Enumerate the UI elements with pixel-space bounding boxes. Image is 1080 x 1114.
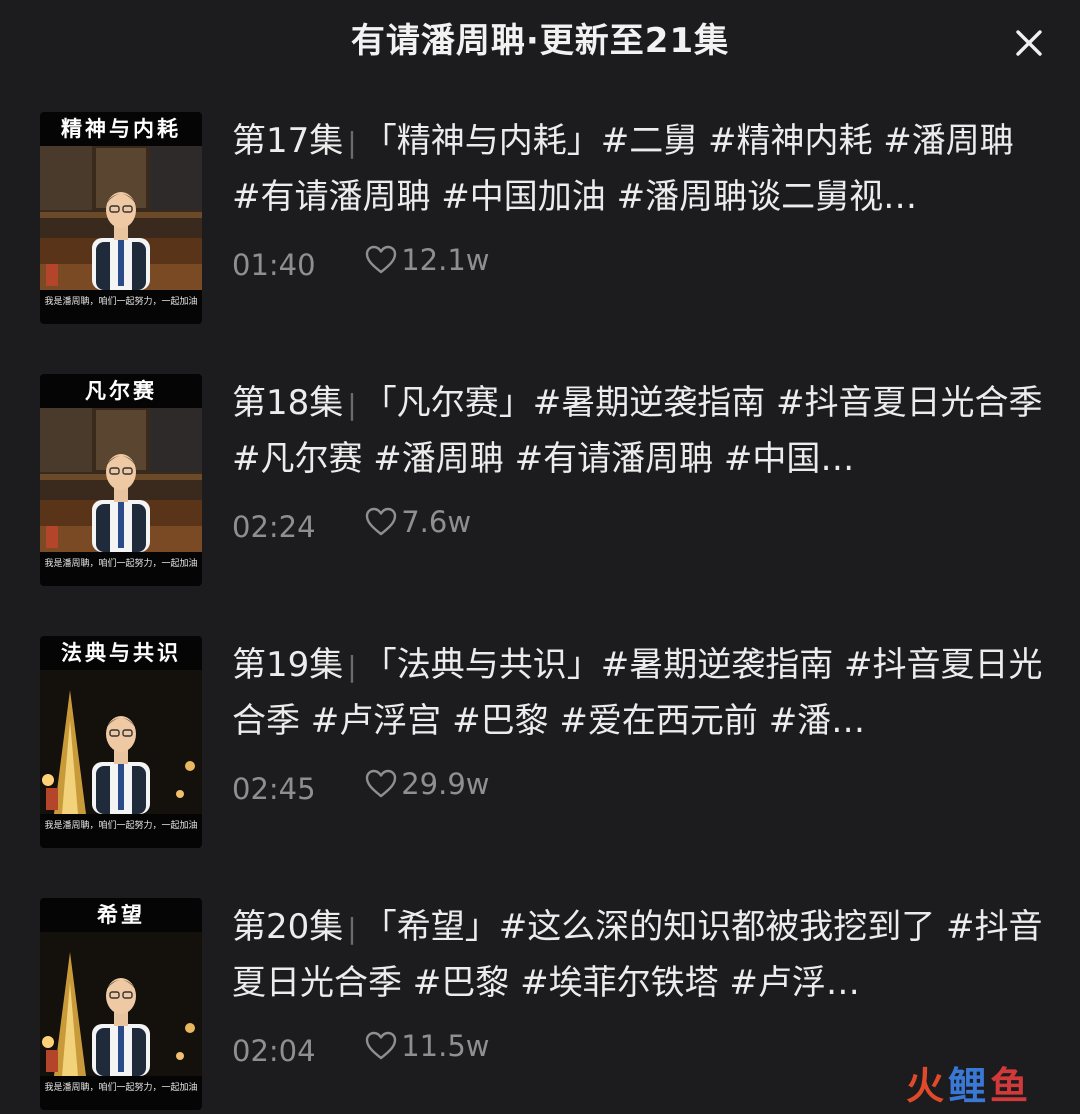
episode-item[interactable]: 凡尔赛 我是潘周聃，咱们一起努力，一起加油 第18集 | 「凡尔赛」#暑期逆袭指南 … (0, 374, 1080, 588)
episode-likes: 29.9w (365, 764, 490, 804)
episode-duration: 02:45 (232, 772, 316, 806)
episode-duration: 02:24 (232, 510, 316, 544)
divider: | (347, 126, 357, 159)
episode-thumbnail[interactable]: 希望 我是潘周聃，咱们一起努力，一起加油 (40, 898, 202, 1110)
episode-thumbnail[interactable]: 凡尔赛 我是潘周聃，咱们一起努力，一起加油 (40, 374, 202, 586)
episode-list: 精神与内耗 我是潘周聃，咱们一起努力，一起加油 第17集 | 「精神与内耗」#二舅 … (0, 0, 1080, 1114)
heart-icon (365, 769, 397, 799)
thumbnail-label: 法典与共识 (61, 640, 181, 665)
episode-number: 第18集 (232, 383, 344, 423)
thumbnail-caption: 我是潘周聃，咱们一起努力，一起加油 (44, 297, 198, 307)
watermark-logo: 火鲤鱼 (906, 1064, 1033, 1108)
likes-count: 29.9w (401, 767, 490, 801)
episode-duration: 02:04 (232, 1034, 316, 1068)
episode-likes: 12.1w (365, 240, 490, 280)
heart-icon (365, 245, 397, 275)
thumbnail-caption: 我是潘周聃，咱们一起努力，一起加油 (44, 559, 198, 569)
thumbnail-caption: 我是潘周聃，咱们一起努力，一起加油 (44, 821, 198, 831)
episode-meta: 02:24 7.6w (232, 502, 471, 544)
heart-icon (365, 1031, 397, 1061)
episode-title[interactable]: 第17集 | 「精神与内耗」#二舅 #精神内耗 #潘周聃 #有请潘周聃 #中国加油 … (232, 114, 1044, 224)
episode-meta: 02:45 29.9w (232, 764, 490, 806)
episode-number: 第20集 (232, 907, 344, 947)
divider: | (347, 388, 357, 421)
episode-number: 第19集 (232, 645, 344, 685)
divider: | (347, 912, 357, 945)
episode-likes: 7.6w (365, 502, 471, 542)
episode-thumbnail[interactable]: 精神与内耗 我是潘周聃，咱们一起努力，一起加油 (40, 112, 202, 324)
thumbnail-image (40, 146, 202, 290)
episode-thumbnail[interactable]: 法典与共识 我是潘周聃，咱们一起努力，一起加油 (40, 636, 202, 848)
thumbnail-label: 精神与内耗 (61, 116, 181, 141)
likes-count: 11.5w (401, 1029, 490, 1063)
likes-count: 7.6w (401, 505, 472, 539)
thumbnail-image (40, 932, 202, 1076)
episode-title[interactable]: 第19集 | 「法典与共识」#暑期逆袭指南 #抖音夏日光合季 #卢浮宫 #巴黎 #爱… (232, 638, 1044, 748)
episode-meta: 01:40 12.1w (232, 240, 490, 282)
thumbnail-caption: 我是潘周聃，咱们一起努力，一起加油 (44, 1083, 198, 1093)
episode-likes: 11.5w (365, 1026, 490, 1066)
episode-number: 第17集 (232, 121, 344, 161)
episode-title[interactable]: 第18集 | 「凡尔赛」#暑期逆袭指南 #抖音夏日光合季 #凡尔赛 #潘周聃 #有请… (232, 376, 1044, 486)
episode-title[interactable]: 第20集 | 「希望」#这么深的知识都被我挖到了 #抖音夏日光合季 #巴黎 #埃菲尔… (232, 900, 1044, 1010)
thumbnail-label: 凡尔赛 (85, 378, 157, 403)
episode-item[interactable]: 法典与共识 我是潘周聃，咱们一起努力，一起加油 第19集 | 「法典与共识」#暑期逆… (0, 636, 1080, 850)
heart-icon (365, 507, 397, 537)
divider: | (347, 650, 357, 683)
thumbnail-image (40, 408, 202, 552)
episode-meta: 02:04 11.5w (232, 1026, 490, 1068)
thumbnail-image (40, 670, 202, 814)
thumbnail-label: 希望 (97, 902, 145, 927)
episode-duration: 01:40 (232, 248, 316, 282)
episode-item[interactable]: 精神与内耗 我是潘周聃，咱们一起努力，一起加油 第17集 | 「精神与内耗」#二舅 … (0, 112, 1080, 326)
likes-count: 12.1w (401, 243, 490, 277)
